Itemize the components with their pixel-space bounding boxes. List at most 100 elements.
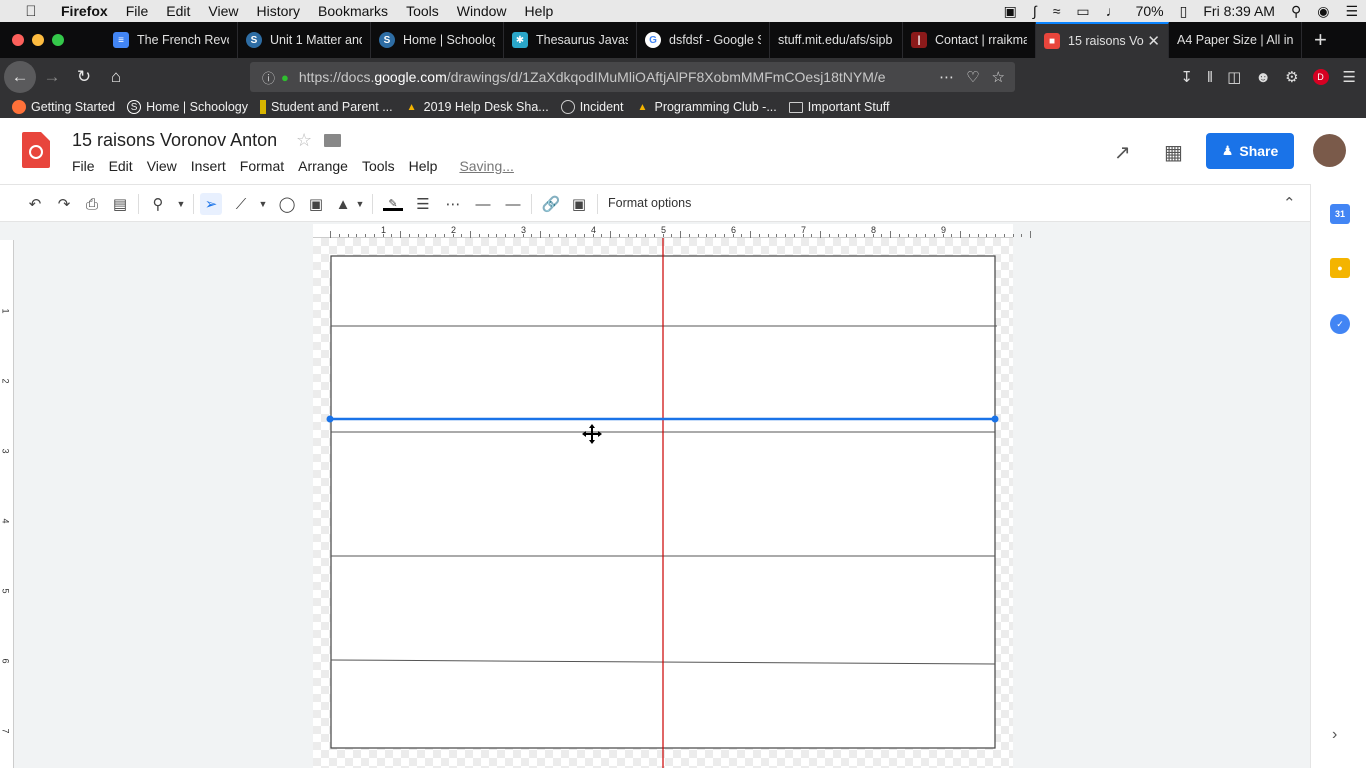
menu-tools[interactable]: Tools: [397, 3, 448, 19]
page-actions-icon[interactable]: ⋯: [939, 68, 954, 86]
clock[interactable]: Fri 8:39 AM: [1203, 3, 1275, 19]
drawing-shapes[interactable]: [313, 238, 1013, 768]
bookmark-item[interactable]: Getting Started: [12, 100, 115, 114]
comments-icon[interactable]: ▦: [1164, 140, 1183, 165]
browser-tab[interactable]: | Contact | rraikma: [903, 22, 1036, 58]
spotlight-icon[interactable]: ⚲: [1291, 3, 1301, 20]
chevron-down-icon[interactable]: ▼: [252, 193, 274, 215]
docs-menu-insert[interactable]: Insert: [191, 158, 226, 174]
close-window-icon[interactable]: [12, 34, 24, 46]
docs-menu-format[interactable]: Format: [240, 158, 284, 174]
shape-tool-icon[interactable]: ◯: [276, 193, 298, 215]
undo-icon[interactable]: ↶: [24, 193, 46, 215]
volume-icon[interactable]: ♩: [1106, 3, 1120, 19]
info-icon[interactable]: ⓘ: [262, 68, 275, 87]
docs-menu-file[interactable]: File: [72, 158, 95, 174]
share-button[interactable]: ♟ Share: [1206, 133, 1294, 169]
activity-icon[interactable]: ↗: [1114, 140, 1131, 165]
extension-icon[interactable]: ⚙: [1285, 68, 1298, 86]
menu-view[interactable]: View: [199, 3, 247, 19]
vertical-ruler[interactable]: 1 2 3 4 5 6 7: [0, 240, 14, 768]
zoom-icon[interactable]: ⚲: [147, 193, 169, 215]
wifi-icon[interactable]: ≈: [1053, 3, 1061, 19]
bluetooth-icon[interactable]: ∫: [1033, 3, 1037, 19]
menu-bookmarks[interactable]: Bookmarks: [309, 3, 397, 19]
chevron-down-icon[interactable]: ▼: [170, 193, 192, 215]
line-weight-icon[interactable]: ☰: [412, 193, 434, 215]
battery-icon[interactable]: ▯: [1180, 3, 1188, 20]
account-icon[interactable]: ☻: [1255, 69, 1271, 86]
keep-icon[interactable]: ●: [1330, 258, 1350, 278]
line-color-icon[interactable]: ✎: [382, 193, 404, 215]
zoom-window-icon[interactable]: [52, 34, 64, 46]
sidebar-icon[interactable]: ◫: [1227, 68, 1241, 86]
chevron-down-icon[interactable]: ▼: [349, 193, 371, 215]
bookmark-star-icon[interactable]: ☆: [992, 68, 1005, 86]
redo-icon[interactable]: ↷: [53, 193, 75, 215]
notification-center-icon[interactable]: ☰: [1345, 3, 1358, 20]
bookmark-item[interactable]: Student and Parent ...: [260, 100, 393, 114]
browser-tab[interactable]: S Home | Schoolog: [371, 22, 504, 58]
browser-tab[interactable]: A4 Paper Size | All inf: [1169, 22, 1302, 58]
profile-badge[interactable]: D: [1312, 69, 1329, 85]
new-tab-icon[interactable]: +: [1314, 27, 1327, 53]
lock-icon[interactable]: ●: [281, 70, 289, 85]
line-dash-icon[interactable]: ⋯: [442, 193, 464, 215]
browser-tab[interactable]: S Unit 1 Matter and: [238, 22, 371, 58]
browser-tab[interactable]: G dsfdsf - Google S: [637, 22, 770, 58]
browser-tab[interactable]: ≡ The French Revo: [105, 22, 238, 58]
siri-icon[interactable]: ◉: [1317, 3, 1329, 20]
home-icon[interactable]: ⌂: [100, 61, 132, 93]
dropbox-icon[interactable]: ▣: [1004, 3, 1017, 20]
back-icon[interactable]: ←: [4, 61, 36, 93]
select-tool-icon[interactable]: ➢: [200, 193, 222, 215]
forward-icon[interactable]: →: [36, 61, 68, 93]
menu-app[interactable]: Firefox: [52, 3, 117, 19]
docs-menu-help[interactable]: Help: [409, 158, 438, 174]
star-icon[interactable]: ☆: [296, 130, 312, 151]
drawings-logo-icon[interactable]: [22, 132, 50, 168]
bookmark-item[interactable]: Important Stuff: [788, 100, 890, 114]
calendar-icon[interactable]: 31: [1330, 204, 1350, 224]
menu-window[interactable]: Window: [448, 3, 516, 19]
menu-file[interactable]: File: [117, 3, 158, 19]
save-status[interactable]: Saving...: [459, 158, 513, 174]
bookmark-item[interactable]: S Home | Schoology: [127, 100, 248, 114]
bookmark-item[interactable]: ▲ 2019 Help Desk Sha...: [405, 100, 549, 114]
docs-menu-arrange[interactable]: Arrange: [298, 158, 348, 174]
hamburger-menu-icon[interactable]: ☰: [1343, 68, 1356, 86]
line-tool-icon[interactable]: ⟋: [230, 193, 252, 215]
apple-icon[interactable]: : [20, 3, 42, 20]
reload-icon[interactable]: ↻: [68, 61, 100, 93]
library-icon[interactable]: ‖: [1207, 69, 1213, 86]
docs-menu-view[interactable]: View: [147, 158, 177, 174]
horizontal-ruler[interactable]: 1 2 3 4 5 6 7 8 9: [313, 224, 1031, 238]
docs-menu-tools[interactable]: Tools: [362, 158, 395, 174]
tasks-icon[interactable]: ✓: [1330, 314, 1350, 334]
add-comment-icon[interactable]: ▣: [568, 193, 590, 215]
line-end-icon[interactable]: —: [502, 193, 524, 215]
url-bar[interactable]: ⓘ ● https://docs.google.com/drawings/d/1…: [250, 62, 1015, 92]
chevron-right-icon[interactable]: ›: [1332, 726, 1337, 744]
selection-handle[interactable]: [326, 415, 334, 423]
menu-history[interactable]: History: [247, 3, 309, 19]
bookmark-item[interactable]: Incident: [560, 100, 623, 114]
browser-tab[interactable]: stuff.mit.edu/afs/sipb: [770, 22, 903, 58]
print-icon[interactable]: ⎙: [81, 193, 103, 215]
browser-tab-active[interactable]: ■ 15 raisons Vo ✕: [1036, 22, 1169, 58]
bookmark-item[interactable]: ▲ Programming Club -...: [635, 100, 777, 114]
link-icon[interactable]: 🔗: [540, 193, 562, 215]
pocket-icon[interactable]: ♡: [966, 68, 979, 86]
menu-edit[interactable]: Edit: [157, 3, 199, 19]
airplay-icon[interactable]: ▭: [1076, 3, 1089, 20]
line-start-icon[interactable]: —: [472, 193, 494, 215]
format-options-button[interactable]: Format options: [608, 196, 691, 210]
close-tab-icon[interactable]: ✕: [1147, 32, 1160, 50]
selection-handle[interactable]: [991, 415, 999, 423]
docs-menu-edit[interactable]: Edit: [109, 158, 133, 174]
minimize-window-icon[interactable]: [32, 34, 44, 46]
menu-help[interactable]: Help: [516, 3, 563, 19]
avatar[interactable]: [1313, 134, 1346, 167]
chevron-up-icon[interactable]: ⌃: [1283, 194, 1296, 212]
browser-tab[interactable]: ✱ Thesaurus Javas: [504, 22, 637, 58]
